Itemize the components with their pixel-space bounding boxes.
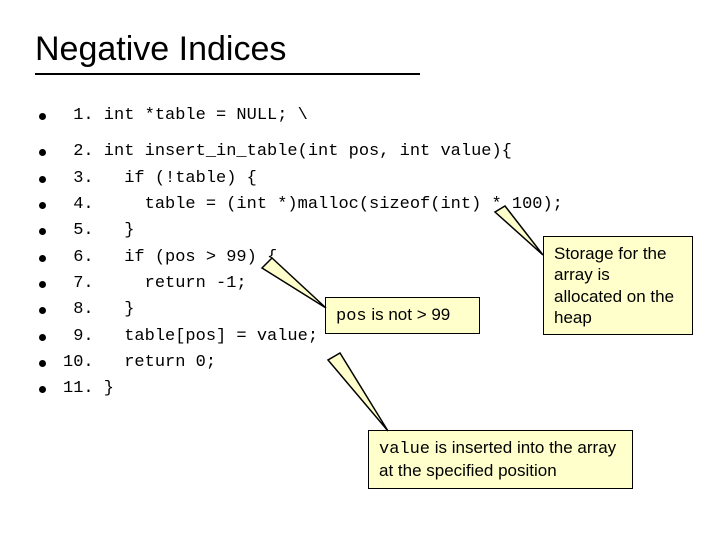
callout-text: Storage for the array is allocated on th… (554, 244, 674, 327)
title-underline (35, 73, 420, 75)
code-line: 3. if (!table) { (35, 166, 685, 192)
callout-mono: pos (336, 307, 367, 326)
code-line: 2. int insert_in_table(int pos, int valu… (35, 139, 685, 165)
code-line: 11. } (35, 376, 685, 402)
code-line: 4. table = (int *)malloc(sizeof(int) * 1… (35, 192, 685, 218)
callout-text: is not > 99 (367, 305, 451, 324)
code-line: 1. int *table = NULL; \ (35, 103, 685, 129)
callout-pos: pos is not > 99 (325, 297, 480, 334)
slide: Negative Indices 1. int *table = NULL; \… (0, 0, 720, 540)
callout-mono: value (379, 440, 430, 459)
spacer (35, 129, 685, 139)
callout-storage: Storage for the array is allocated on th… (543, 236, 693, 335)
page-title: Negative Indices (35, 30, 685, 69)
code-line: 10. return 0; (35, 350, 685, 376)
callout-value: value is inserted into the array at the … (368, 430, 633, 489)
